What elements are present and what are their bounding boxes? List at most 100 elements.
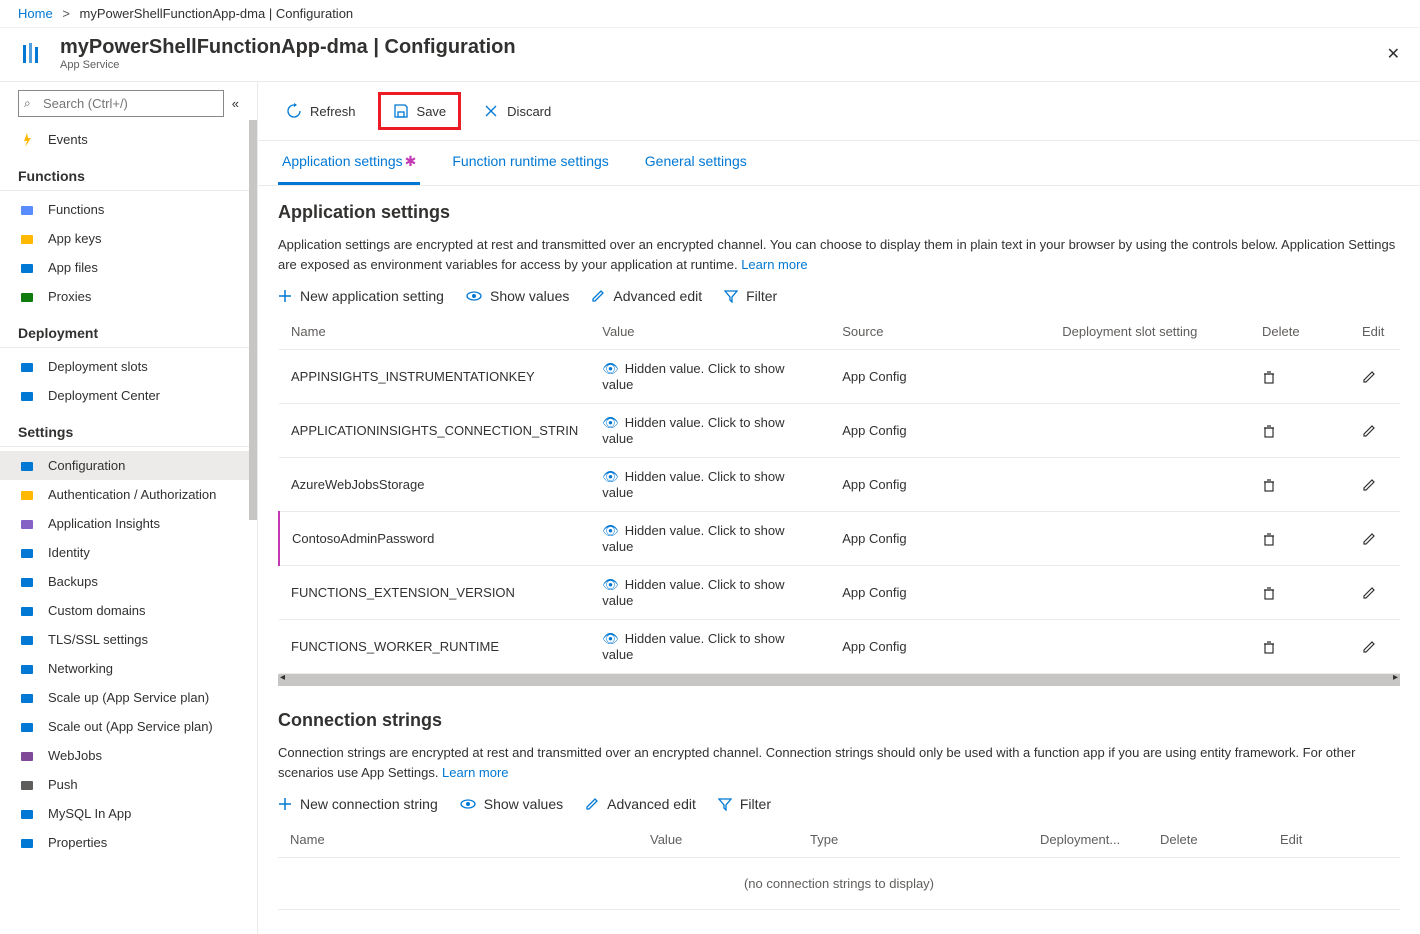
new-connection-string-button[interactable]: New connection string <box>278 796 438 812</box>
sidebar-item-icon <box>18 459 36 473</box>
cell-delete[interactable] <box>1250 512 1350 566</box>
conn-col-type[interactable]: Type <box>798 822 1028 858</box>
sidebar-item[interactable]: MySQL In App <box>0 799 257 828</box>
tab-application-settings[interactable]: Application settings✱ <box>278 141 420 185</box>
pencil-icon[interactable] <box>1362 532 1388 546</box>
col-edit[interactable]: Edit <box>1350 314 1400 350</box>
cell-name[interactable]: ContosoAdminPassword <box>279 512 590 566</box>
cell-delete[interactable] <box>1250 404 1350 458</box>
pencil-icon[interactable] <box>1362 640 1388 654</box>
collapse-sidebar-button[interactable]: « <box>232 96 239 111</box>
conn-col-slot[interactable]: Deployment... <box>1028 822 1148 858</box>
col-source[interactable]: Source <box>830 314 1050 350</box>
filter-button[interactable]: Filter <box>724 288 777 304</box>
discard-button[interactable]: Discard <box>475 99 559 123</box>
sidebar-item[interactable]: Proxies <box>0 282 257 311</box>
appsettings-learn-more-link[interactable]: Learn more <box>741 257 807 272</box>
cell-edit[interactable] <box>1350 566 1400 620</box>
cell-value[interactable]: 👁Hidden value. Click to show value <box>590 404 830 458</box>
cell-value[interactable]: 👁Hidden value. Click to show value <box>590 458 830 512</box>
sidebar-item[interactable]: TLS/SSL settings <box>0 625 257 654</box>
show-values-button[interactable]: Show values <box>466 288 569 304</box>
table-horizontal-scrollbar[interactable] <box>278 674 1400 686</box>
advanced-edit-button[interactable]: Advanced edit <box>591 288 702 304</box>
sidebar-item[interactable]: Push <box>0 770 257 799</box>
sidebar-item-label: TLS/SSL settings <box>48 632 148 647</box>
trash-icon[interactable] <box>1262 478 1338 492</box>
trash-icon[interactable] <box>1262 586 1338 600</box>
breadcrumb-home[interactable]: Home <box>18 6 53 21</box>
col-name[interactable]: Name <box>279 314 590 350</box>
sidebar-item[interactable]: Authentication / Authorization <box>0 480 257 509</box>
trash-icon[interactable] <box>1262 424 1338 438</box>
sidebar-item[interactable]: Deployment slots <box>0 352 257 381</box>
sidebar-item-events[interactable]: Events <box>0 125 257 154</box>
application-settings-heading: Application settings <box>278 202 1400 223</box>
sidebar-item-label: App files <box>48 260 98 275</box>
cell-delete[interactable] <box>1250 620 1350 674</box>
sidebar-item[interactable]: Networking <box>0 654 257 683</box>
close-blade-button[interactable]: ✕ <box>1383 40 1404 68</box>
pencil-icon[interactable] <box>1362 370 1388 384</box>
breadcrumb-sep-icon: > <box>62 6 70 21</box>
col-value[interactable]: Value <box>590 314 830 350</box>
pencil-icon[interactable] <box>1362 478 1388 492</box>
trash-icon[interactable] <box>1262 640 1338 654</box>
cell-delete[interactable] <box>1250 350 1350 404</box>
conn-filter-button[interactable]: Filter <box>718 796 771 812</box>
sidebar-item[interactable]: Functions <box>0 195 257 224</box>
appsettings-table: Name Value Source Deployment slot settin… <box>278 314 1400 674</box>
col-delete[interactable]: Delete <box>1250 314 1350 350</box>
conn-col-name[interactable]: Name <box>278 822 638 858</box>
pencil-icon[interactable] <box>1362 586 1388 600</box>
sidebar-item[interactable]: App keys <box>0 224 257 253</box>
cell-edit[interactable] <box>1350 350 1400 404</box>
refresh-icon <box>286 103 302 119</box>
cell-name[interactable]: APPINSIGHTS_INSTRUMENTATIONKEY <box>279 350 590 404</box>
new-application-setting-button[interactable]: New application setting <box>278 288 444 304</box>
save-button[interactable]: Save <box>378 92 462 130</box>
sidebar-scrollbar[interactable] <box>249 120 257 520</box>
cell-delete[interactable] <box>1250 566 1350 620</box>
cell-edit[interactable] <box>1350 404 1400 458</box>
cell-edit[interactable] <box>1350 512 1400 566</box>
tab-function-runtime-settings[interactable]: Function runtime settings <box>448 141 612 185</box>
sidebar-search-input[interactable] <box>18 90 224 117</box>
col-slot[interactable]: Deployment slot setting <box>1050 314 1250 350</box>
sidebar-item[interactable]: Scale out (App Service plan) <box>0 712 257 741</box>
trash-icon[interactable] <box>1262 370 1338 384</box>
sidebar-item[interactable]: Properties <box>0 828 257 857</box>
cell-edit[interactable] <box>1350 620 1400 674</box>
tab-general-settings[interactable]: General settings <box>641 141 751 185</box>
conn-col-value[interactable]: Value <box>638 822 798 858</box>
cell-name[interactable]: APPLICATIONINSIGHTS_CONNECTION_STRIN <box>279 404 590 458</box>
refresh-button[interactable]: Refresh <box>278 99 364 123</box>
sidebar-item[interactable]: Configuration <box>0 451 257 480</box>
cell-name[interactable]: AzureWebJobsStorage <box>279 458 590 512</box>
conn-col-edit[interactable]: Edit <box>1268 822 1400 858</box>
conn-show-values-button[interactable]: Show values <box>460 796 563 812</box>
trash-icon[interactable] <box>1262 532 1338 546</box>
connstrings-learn-more-link[interactable]: Learn more <box>442 765 508 780</box>
cell-edit[interactable] <box>1350 458 1400 512</box>
sidebar-item[interactable]: Deployment Center <box>0 381 257 410</box>
conn-advanced-edit-button[interactable]: Advanced edit <box>585 796 696 812</box>
pencil-icon[interactable] <box>1362 424 1388 438</box>
cell-value[interactable]: 👁Hidden value. Click to show value <box>590 620 830 674</box>
sidebar-item[interactable]: WebJobs <box>0 741 257 770</box>
sidebar-item[interactable]: Custom domains <box>0 596 257 625</box>
cell-name[interactable]: FUNCTIONS_WORKER_RUNTIME <box>279 620 590 674</box>
sidebar-item[interactable]: Backups <box>0 567 257 596</box>
cell-delete[interactable] <box>1250 458 1350 512</box>
cell-name[interactable]: FUNCTIONS_EXTENSION_VERSION <box>279 566 590 620</box>
cell-value[interactable]: 👁Hidden value. Click to show value <box>590 512 830 566</box>
sidebar-item[interactable]: Identity <box>0 538 257 567</box>
cell-value[interactable]: 👁Hidden value. Click to show value <box>590 350 830 404</box>
sidebar-item[interactable]: Application Insights <box>0 509 257 538</box>
cell-value[interactable]: 👁Hidden value. Click to show value <box>590 566 830 620</box>
sidebar-item[interactable]: Scale up (App Service plan) <box>0 683 257 712</box>
conn-col-delete[interactable]: Delete <box>1148 822 1268 858</box>
sidebar-item-label: Scale out (App Service plan) <box>48 719 213 734</box>
connection-strings-heading: Connection strings <box>278 710 1400 731</box>
sidebar-item[interactable]: App files <box>0 253 257 282</box>
